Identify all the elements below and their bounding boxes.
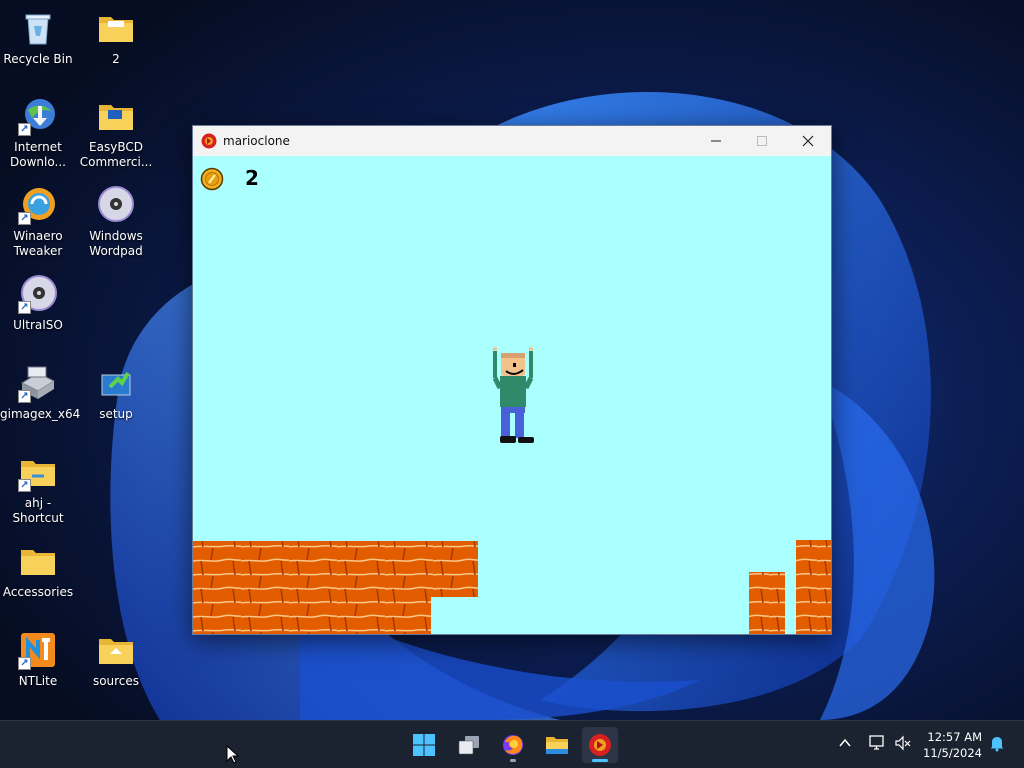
winaero-tweaker-icon: ↗ [18,185,58,225]
show-hidden-icons-button[interactable] [838,735,852,754]
coin-counter: 2 [245,166,259,190]
desktop-icon-label: Recycle Bin [3,52,73,66]
minimize-icon [711,140,721,142]
folder-icon [96,96,136,136]
start-icon [413,734,435,756]
running-indicator [510,759,516,762]
shortcut-arrow-icon: ↗ [18,657,31,670]
shortcut-arrow-icon: ↗ [18,390,31,403]
internet-download-manager-icon: ↗ [18,96,58,136]
shortcut-arrow-icon: ↗ [18,212,31,225]
desktop-icon-label: UltraISO [13,318,63,332]
firefox-taskbar-button[interactable] [495,727,531,763]
window-title: marioclone [223,134,290,148]
shortcut-arrow-icon: ↗ [18,301,31,314]
desktop-icon-label: Accessories [2,585,74,599]
game-canvas[interactable]: 2 [193,156,831,634]
clock-time: 12:57 AM [927,730,982,744]
drive-icon: ↗ [18,363,58,403]
task-view-button[interactable] [451,727,487,763]
start-button[interactable] [406,727,442,763]
disc-icon [96,185,136,225]
disc-icon: ↗ [18,274,58,314]
brick-pillar-edge [796,540,831,634]
brick-ground-left-upper [193,541,478,597]
brick-pillar-right [749,572,785,634]
notifications-button[interactable] [988,734,1006,756]
desktop-icon-gimagex[interactable]: ↗ gimagex_x64 [0,363,81,422]
desktop-icon-ultraiso[interactable]: ↗ UltraISO [0,274,76,333]
desktop-icon-accessories[interactable]: Accessories [0,541,76,600]
file-explorer-icon [546,737,568,754]
desktop-icon-label: Internet Downlo... [10,140,66,169]
desktop-icon-label: setup [99,407,133,421]
desktop-icon-label: EasyBCD Commerci... [79,140,153,169]
desktop-icon-internet-download-manager[interactable]: ↗ Internet Downlo... [0,96,76,170]
desktop-icon-label: gimagex_x64 [0,407,81,421]
chevron-up-icon [839,738,851,747]
active-indicator [592,759,608,762]
desktop-icon-label: Windows Wordpad [89,229,143,258]
network-icon [869,735,884,750]
desktop-icon-setup[interactable]: setup [78,363,154,422]
desktop-icon-ahj-shortcut[interactable]: ↗ ahj - Shortcut [0,452,76,526]
coin-icon [200,167,224,191]
folder-icon [96,630,136,670]
desktop-icon-label: sources [92,674,140,688]
setup-icon [96,363,136,403]
speaker-muted-icon [895,735,911,751]
marioclone-taskbar-icon [589,734,611,756]
taskbar-clock[interactable]: 12:57 AM 11/5/2024 [923,729,982,761]
folder-icon [18,541,58,581]
taskbar: 12:57 AM 11/5/2024 [0,720,1024,768]
shortcut-arrow-icon: ↗ [18,479,31,492]
desktop-icon-recycle-bin[interactable]: Recycle Bin [0,8,76,67]
brick-ground-left-lower [193,597,431,634]
folder-icon [96,8,136,48]
desktop-icon-windows-wordpad[interactable]: Windows Wordpad [78,185,154,259]
desktop-icon-label: 2 [112,52,120,66]
marioclone-taskbar-button[interactable] [582,727,618,763]
task-view-icon [458,736,479,755]
recycle-bin-icon [18,8,58,48]
desktop-icon-ntlite[interactable]: ↗ NTLite [0,630,76,689]
ntlite-icon: ↗ [18,630,58,670]
minimize-button[interactable] [693,126,739,156]
window-titlebar[interactable]: marioclone [193,126,831,156]
clock-date: 11/5/2024 [923,746,982,760]
desktop-icon-winaero-tweaker[interactable]: ↗ Winaero Tweaker [0,185,76,259]
volume-button[interactable] [894,734,912,756]
marioclone-window[interactable]: marioclone 2 [192,125,832,635]
bell-icon [990,737,1004,752]
folder-icon: ↗ [18,452,58,492]
firefox-icon [503,735,523,755]
desktop-icon-easybcd[interactable]: EasyBCD Commerci... [78,96,154,170]
desktop-icon-label: ahj - Shortcut [12,496,64,525]
maximize-button[interactable] [739,126,785,156]
network-status-button[interactable] [868,734,886,756]
player-character [492,347,534,443]
desktop-icon-label: Winaero Tweaker [13,229,63,258]
desktop-icon-label: NTLite [18,674,58,688]
mouse-cursor [226,745,240,764]
desktop-icon-sources[interactable]: sources [78,630,154,689]
desktop-icon-folder-2[interactable]: 2 [78,8,154,67]
maximize-icon [757,136,767,146]
marioclone-app-icon [201,133,217,149]
close-button[interactable] [785,126,831,156]
shortcut-arrow-icon: ↗ [18,123,31,136]
close-icon [802,135,814,147]
file-explorer-taskbar-button[interactable] [539,727,575,763]
